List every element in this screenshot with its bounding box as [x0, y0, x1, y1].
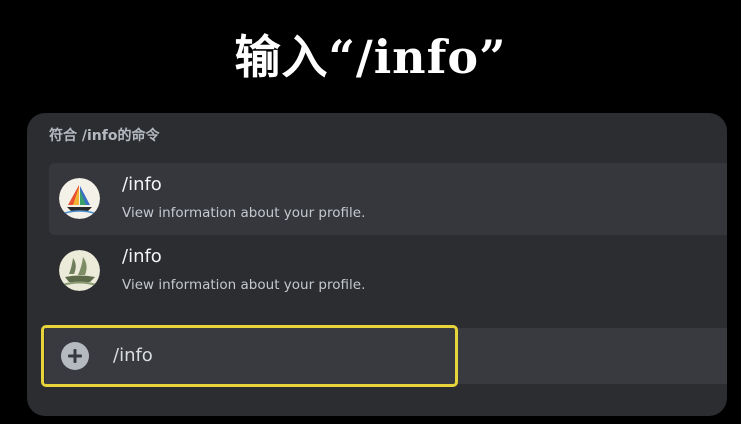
- input-highlight-annotation: [41, 325, 458, 387]
- junk-ship-bot-avatar-icon: [59, 250, 100, 291]
- command-name: /info: [122, 246, 162, 267]
- command-description: View information about your profile.: [122, 277, 366, 293]
- matching-commands-header: 符合 /info的命令: [49, 128, 160, 144]
- command-description: View information about your profile.: [122, 205, 366, 221]
- command-option-1[interactable]: /info View information about your profil…: [49, 163, 727, 235]
- command-option-2[interactable]: /info View information about your profil…: [49, 235, 727, 307]
- sailboat-bot-avatar-icon: [59, 178, 100, 219]
- command-name: /info: [122, 174, 162, 195]
- tutorial-heading: 输入“/info”: [234, 30, 507, 84]
